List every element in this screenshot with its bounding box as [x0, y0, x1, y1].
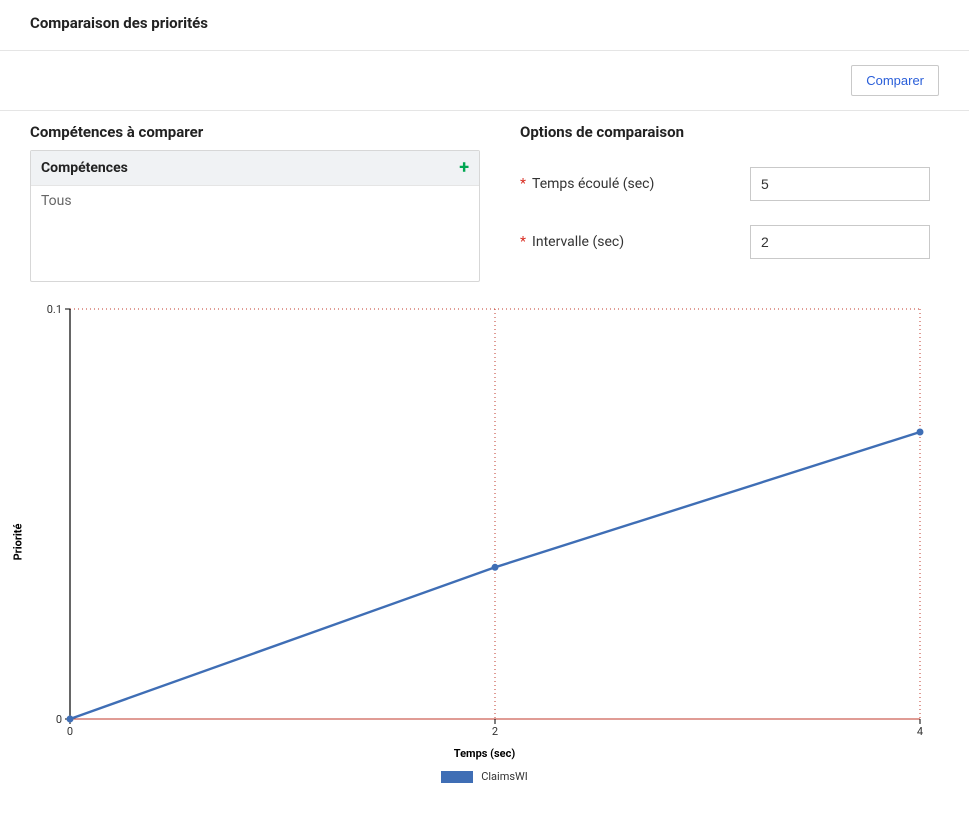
elapsed-input[interactable]: [750, 167, 930, 201]
skills-section-label: Compétences à comparer: [30, 123, 480, 141]
compare-button[interactable]: Comparer: [851, 65, 939, 96]
page-header: Comparaison des priorités: [0, 0, 969, 51]
required-icon: *: [520, 234, 526, 250]
skills-column: Compétences à comparer Compétences + Tou…: [30, 123, 480, 283]
svg-text:0.1: 0.1: [47, 303, 62, 316]
legend-swatch: [441, 771, 473, 783]
chart: Priorité 02400.1 Temps (sec) ClaimsWI: [30, 301, 939, 783]
config-row: Compétences à comparer Compétences + Tou…: [0, 111, 969, 283]
svg-text:0: 0: [67, 725, 73, 738]
page-title: Comparaison des priorités: [30, 14, 939, 32]
chart-svg: 0 2 4 0 0.1: [30, 301, 930, 741]
action-bar: Comparer: [0, 51, 969, 111]
legend-label: ClaimsWI: [481, 770, 528, 783]
y-axis-label: Priorité: [12, 524, 25, 561]
skills-box-header: Compétences +: [31, 151, 479, 186]
svg-text:4: 4: [917, 725, 923, 738]
svg-text:2: 2: [492, 725, 498, 738]
elapsed-label: * Temps écoulé (sec): [520, 176, 750, 192]
interval-row: * Intervalle (sec): [520, 225, 939, 259]
add-skill-icon[interactable]: +: [459, 159, 469, 177]
interval-label: * Intervalle (sec): [520, 234, 750, 250]
interval-input[interactable]: [750, 225, 930, 259]
interval-label-text: Intervalle (sec): [532, 234, 624, 250]
skills-box: Compétences + Tous: [30, 150, 480, 282]
required-icon: *: [520, 176, 526, 192]
options-section-label: Options de comparaison: [520, 123, 939, 141]
chart-legend: ClaimsWI: [30, 770, 939, 783]
skills-box-title: Compétences: [41, 160, 128, 176]
elapsed-label-text: Temps écoulé (sec): [532, 176, 654, 192]
x-axis-label: Temps (sec): [30, 747, 939, 760]
skills-item[interactable]: Tous: [31, 186, 479, 216]
elapsed-row: * Temps écoulé (sec): [520, 167, 939, 201]
options-column: Options de comparaison * Temps écoulé (se…: [520, 123, 939, 283]
svg-text:0: 0: [56, 713, 62, 726]
